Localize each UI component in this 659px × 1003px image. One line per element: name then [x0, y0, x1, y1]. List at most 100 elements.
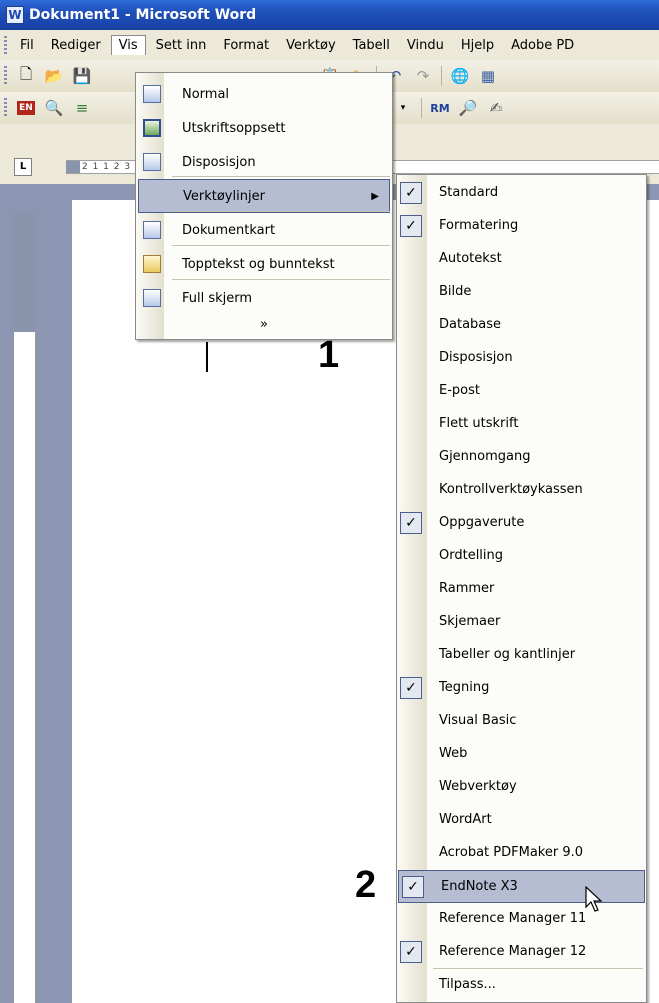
toolbar-toggle-item[interactable]: Ordtelling — [397, 540, 646, 573]
menu-adobe-pdf[interactable]: Adobe PD — [504, 36, 581, 55]
vertical-ruler-margin — [14, 212, 36, 332]
toolbar-toggle-item[interactable]: Kontrollverktøykassen — [397, 474, 646, 507]
toolbar-toggle-item[interactable]: Disposisjon — [397, 342, 646, 375]
menu-item-label: Kontrollverktøykassen — [439, 482, 583, 497]
menu-vis[interactable]: Vis — [110, 35, 146, 55]
menu-item-label: Oppgaverute — [439, 515, 525, 530]
vis-menu-toolbars[interactable]: Verktøylinjer ▶ — [138, 179, 390, 213]
menu-tabell[interactable]: Tabell — [346, 36, 397, 55]
toolbar-separator — [441, 66, 442, 86]
vis-menu-outline[interactable]: Disposisjon — [136, 145, 392, 179]
header-footer-icon — [143, 255, 161, 273]
menu-hjelp[interactable]: Hjelp — [454, 36, 501, 55]
toolbar-grip[interactable] — [4, 98, 7, 118]
tab-selector-button[interactable]: L — [14, 158, 32, 176]
menu-item-label: Dokumentkart — [182, 222, 276, 238]
toolbars-submenu: ✓ Standard ✓ Formatering Autotekst Bilde Datab… — [396, 174, 647, 1003]
toolbar-toggle-item[interactable]: Acrobat PDFMaker 9.0 — [397, 837, 646, 870]
toolbar-toggle-item[interactable]: ✓ Reference Manager 12 — [397, 936, 646, 969]
submenu-arrow-icon: ▶ — [371, 190, 379, 202]
hyperlink-icon[interactable]: 🌐 — [448, 64, 472, 88]
menu-sett-inn[interactable]: Sett inn — [149, 36, 214, 55]
menu-item-label: Autotekst — [439, 251, 502, 266]
toolbar-toggle-item[interactable]: Webverktøy — [397, 771, 646, 804]
menu-separator — [172, 279, 390, 280]
menu-item-label: Full skjerm — [182, 290, 253, 306]
toolbar-toggle-item[interactable]: Visual Basic — [397, 705, 646, 738]
toolbar-toggle-item[interactable]: ✓ EndNote X3 — [398, 870, 645, 903]
toolbar-toggle-item[interactable]: Tabeller og kantlinjer — [397, 639, 646, 672]
menu-item-label: Webverktøy — [439, 779, 517, 794]
outline-view-icon — [143, 153, 161, 171]
menu-item-label: WordArt — [439, 812, 492, 827]
toolbar-toggle-item[interactable]: Skjemaer — [397, 606, 646, 639]
chevron-down-icon[interactable]: ▾ — [391, 96, 415, 120]
menu-item-label: Reference Manager 12 — [439, 944, 587, 959]
menu-fil[interactable]: Fil — [13, 36, 41, 55]
toolbar-grip[interactable] — [4, 66, 7, 86]
menu-item-label: Standard — [439, 185, 499, 200]
menu-item-label: Web — [439, 746, 468, 761]
toolbar-toggle-item[interactable]: Rammer — [397, 573, 646, 606]
checkmark-icon: ✓ — [400, 941, 422, 963]
normal-view-icon — [143, 85, 161, 103]
menu-item-label: Skjemaer — [439, 614, 501, 629]
menu-format[interactable]: Format — [216, 36, 276, 55]
vis-menu-full-screen[interactable]: Full skjerm — [136, 281, 392, 315]
menu-item-label: Tabeller og kantlinjer — [439, 647, 576, 662]
word-app-icon[interactable]: W — [6, 6, 24, 24]
menu-item-label: Utskriftsoppsett — [182, 120, 286, 136]
toolbar-toggle-item[interactable]: E-post — [397, 375, 646, 408]
menu-item-label: Flett utskrift — [439, 416, 519, 431]
menubar-grip[interactable] — [4, 36, 7, 54]
toolbar-toggle-item[interactable]: ✓ Tegning — [397, 672, 646, 705]
checkmark-icon: ✓ — [402, 876, 424, 898]
endnote-icon[interactable]: EN — [14, 96, 38, 120]
toolbar-toggle-item[interactable]: WordArt — [397, 804, 646, 837]
rm-icon[interactable]: RM — [428, 96, 452, 120]
toolbar-toggle-item[interactable]: Database — [397, 309, 646, 342]
new-icon[interactable]: 🗋 — [14, 64, 38, 88]
vis-menu-header-footer[interactable]: Topptekst og bunntekst — [136, 247, 392, 281]
title-bar: W Dokument1 - Microsoft Word — [0, 0, 659, 30]
redo-icon[interactable]: ↷ — [411, 64, 435, 88]
checkmark-icon: ✓ — [400, 215, 422, 237]
insert-citation-icon[interactable]: ≡ — [70, 96, 94, 120]
edit-ref-icon[interactable]: ✍ — [484, 96, 508, 120]
vertical-ruler[interactable] — [14, 212, 36, 1003]
save-icon[interactable]: 💾 — [70, 64, 94, 88]
callout-number-1: 1 — [318, 334, 340, 376]
toolbar-toggle-item[interactable]: ✓ Oppgaverute — [397, 507, 646, 540]
toolbar-toggle-item[interactable]: Autotekst — [397, 243, 646, 276]
toolbar-toggle-item[interactable]: Tilpass... — [397, 969, 646, 1002]
menu-item-label: Tegning — [439, 680, 490, 695]
toolbar-toggle-item[interactable]: ✓ Standard — [397, 177, 646, 210]
checkmark-icon: ✓ — [400, 677, 422, 699]
menu-rediger[interactable]: Rediger — [44, 36, 108, 55]
toolbar-toggle-item[interactable]: Bilde — [397, 276, 646, 309]
menu-item-label: Database — [439, 317, 502, 332]
callout-number-2: 2 — [355, 864, 377, 906]
find-icon[interactable]: 🔍 — [42, 96, 66, 120]
document-map-icon — [143, 221, 161, 239]
menu-separator — [172, 211, 390, 212]
toolbar-toggle-item[interactable]: Web — [397, 738, 646, 771]
vis-menu-print-layout[interactable]: Utskriftsoppsett — [136, 111, 392, 145]
toolbar-toggle-item[interactable]: Reference Manager 11 — [397, 903, 646, 936]
tables-icon[interactable]: ▦ — [476, 64, 500, 88]
toolbar-toggle-item[interactable]: Flett utskrift — [397, 408, 646, 441]
menu-item-label: Rammer — [439, 581, 495, 596]
menu-vindu[interactable]: Vindu — [400, 36, 451, 55]
toolbar-toggle-item[interactable]: Gjennomgang — [397, 441, 646, 474]
checkmark-icon: ✓ — [400, 512, 422, 534]
menu-verktoy[interactable]: Verktøy — [279, 36, 343, 55]
vis-menu-normal[interactable]: Normal — [136, 77, 392, 111]
expand-menu-chevron-icon[interactable]: » — [136, 313, 392, 337]
open-icon[interactable]: 📂 — [42, 64, 66, 88]
menu-item-label: Disposisjon — [182, 154, 256, 170]
vis-menu-document-map[interactable]: Dokumentkart — [136, 213, 392, 247]
menu-item-label: Formatering — [439, 218, 519, 233]
toolbar-toggle-item[interactable]: ✓ Formatering — [397, 210, 646, 243]
menu-separator — [172, 245, 390, 246]
search-ref-icon[interactable]: 🔎 — [456, 96, 480, 120]
